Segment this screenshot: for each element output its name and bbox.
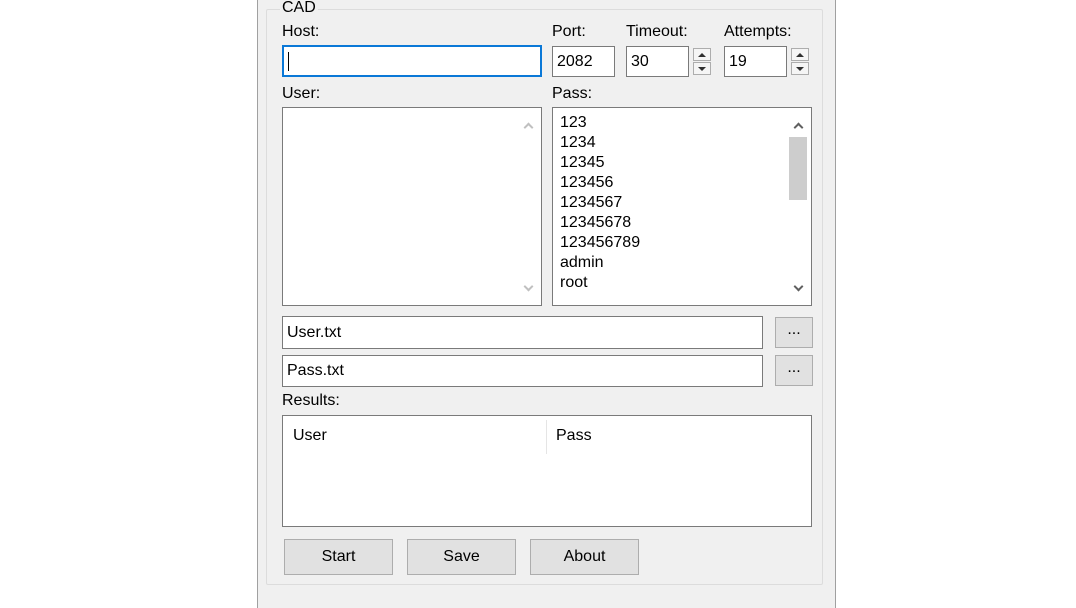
user-list-scrollbar[interactable]	[516, 109, 540, 304]
timeout-spinner	[693, 48, 711, 76]
timeout-up-button[interactable]	[693, 48, 711, 61]
pass-list-item[interactable]: 123	[560, 113, 640, 133]
scroll-up-icon[interactable]	[786, 113, 810, 137]
attempts-up-button[interactable]	[791, 48, 809, 61]
port-input-value: 2082	[557, 52, 593, 70]
user-file-value: User.txt	[287, 323, 342, 341]
pass-list-scrollbar[interactable]	[786, 109, 810, 304]
column-separator[interactable]	[546, 420, 547, 454]
user-listbox[interactable]	[282, 107, 542, 306]
attempts-input-value: 19	[729, 52, 747, 70]
save-button[interactable]: Save	[407, 539, 516, 575]
pass-list-item[interactable]: 123456	[560, 173, 640, 193]
attempts-label: Attempts:	[724, 23, 792, 40]
column-header-pass[interactable]: Pass	[556, 426, 592, 446]
user-file-browse-button[interactable]: ...	[775, 317, 813, 348]
pass-file-browse-button[interactable]: ...	[775, 355, 813, 386]
pass-list-item[interactable]: 1234567	[560, 193, 640, 213]
scroll-up-icon	[516, 113, 540, 137]
scroll-down-icon	[516, 276, 540, 300]
host-input[interactable]	[282, 45, 542, 77]
pass-file-value: Pass.txt	[287, 362, 344, 379]
scrollbar-thumb[interactable]	[789, 137, 807, 200]
user-file-input[interactable]: User.txt	[282, 316, 763, 349]
arrow-down-icon	[698, 66, 706, 71]
timeout-input[interactable]: 30	[626, 46, 689, 77]
results-listview[interactable]: User Pass	[282, 415, 812, 527]
port-input[interactable]: 2082	[552, 46, 615, 77]
pass-list-item[interactable]: 12345678	[560, 213, 640, 233]
arrow-down-icon	[796, 66, 804, 71]
attempts-input[interactable]: 19	[724, 46, 787, 77]
pass-list-item[interactable]: 1234	[560, 133, 640, 153]
groupbox-title: CAD	[280, 0, 318, 18]
scroll-down-icon[interactable]	[786, 276, 810, 300]
user-label: User:	[282, 85, 321, 102]
text-caret	[288, 51, 289, 71]
port-label: Port:	[552, 23, 586, 40]
pass-label: Pass:	[552, 85, 593, 102]
pass-list-item[interactable]: admin	[560, 253, 640, 273]
pass-listbox[interactable]: 123 1234 12345 123456 1234567 12345678 1234567…	[552, 107, 812, 306]
timeout-input-value: 30	[631, 52, 649, 70]
host-label: Host:	[282, 23, 320, 40]
pass-list-items: 123 1234 12345 123456 1234567 12345678 1234567…	[560, 113, 640, 293]
results-label: Results:	[282, 392, 340, 409]
pass-list-item[interactable]: 123456789	[560, 233, 640, 253]
pass-list-item[interactable]: 12345	[560, 153, 640, 173]
arrow-up-icon	[698, 52, 706, 57]
timeout-label: Timeout:	[626, 23, 688, 40]
pass-file-input[interactable]: Pass.txt	[282, 355, 763, 387]
about-button[interactable]: About	[530, 539, 639, 575]
attempts-down-button[interactable]	[791, 62, 809, 75]
pass-list-item[interactable]: root	[560, 273, 640, 293]
start-button[interactable]: Start	[284, 539, 393, 575]
arrow-up-icon	[796, 52, 804, 57]
attempts-spinner	[791, 48, 809, 76]
column-header-user[interactable]: User	[293, 426, 327, 446]
timeout-down-button[interactable]	[693, 62, 711, 75]
